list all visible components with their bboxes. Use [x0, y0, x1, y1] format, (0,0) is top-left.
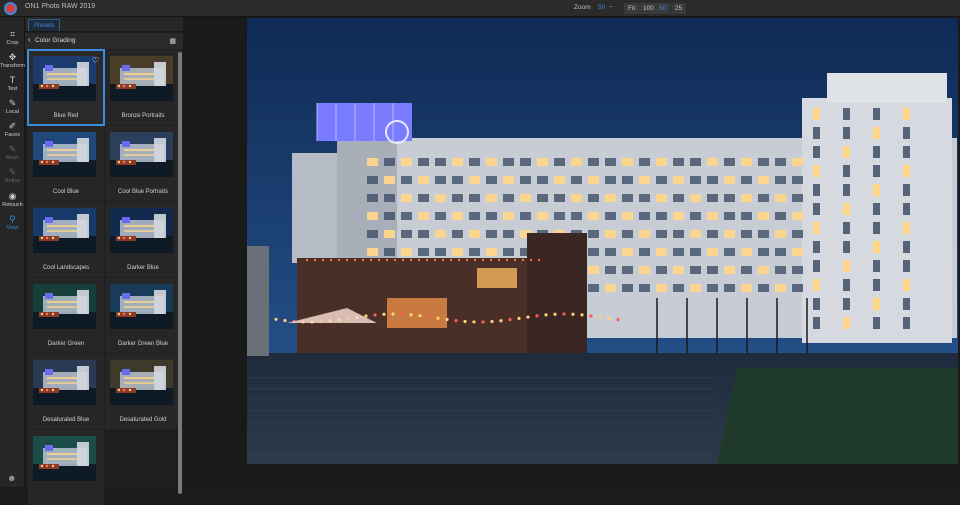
- preset-card[interactable]: Desaturated Gold: [105, 354, 181, 429]
- preset-name: Darker Green: [47, 341, 85, 347]
- preset-thumbnail: [33, 360, 96, 405]
- scrollbar-thumb[interactable]: [178, 52, 182, 494]
- preset-name: Desaturated Gold: [119, 417, 167, 423]
- preset-thumbnail: [33, 284, 96, 329]
- preset-name: Blue Red: [53, 113, 79, 119]
- preset-card[interactable]: Cool Blue Portraits: [105, 126, 181, 201]
- tool-view[interactable]: ⚲ View: [0, 214, 25, 236]
- zoom-fit-button[interactable]: Fit: [624, 3, 640, 14]
- preset-thumbnail: [110, 132, 173, 177]
- preset-thumbnail: [110, 56, 173, 101]
- preset-thumbnail: [33, 436, 96, 481]
- app-title: ON1 Photo RAW 2019: [25, 3, 96, 10]
- night-building-photo: [247, 18, 958, 464]
- preset-name: Cool Landscapes: [42, 265, 90, 271]
- panel-scrollbar[interactable]: [178, 50, 182, 494]
- zoom-value-dropdown[interactable]: 50: [598, 4, 605, 11]
- preset-card[interactable]: Bronze Portraits: [105, 50, 181, 125]
- preset-name: Desaturated Blue: [42, 417, 90, 423]
- preset-thumbnail: [110, 284, 173, 329]
- user-icon[interactable]: ☻: [7, 473, 16, 483]
- heart-icon[interactable]: ♡: [92, 56, 99, 65]
- chevron-left-icon[interactable]: ‹: [28, 35, 31, 44]
- tool-faces[interactable]: ✐ Faces: [0, 121, 25, 143]
- crop-icon: ⌗: [9, 29, 16, 39]
- brush-icon: ✎: [8, 98, 17, 108]
- preset-card[interactable]: Darker Green: [28, 278, 104, 353]
- preset-name: Cool Blue: [52, 189, 79, 195]
- text-icon: T: [9, 75, 16, 85]
- tool-refine[interactable]: ✎ Refine: [0, 167, 25, 189]
- category-header: ‹ Color Grading ▦: [25, 33, 183, 49]
- preset-thumbnail: [110, 208, 173, 253]
- app-logo-icon: [4, 2, 17, 15]
- presets-panel: Presets ‹ Color Grading ▦ Blue Red ♡ Bronz…: [25, 17, 183, 505]
- tab-presets[interactable]: Presets: [28, 19, 61, 31]
- tool-mask[interactable]: ✎ Mask: [0, 144, 25, 166]
- image-canvas: [183, 17, 960, 487]
- preset-card[interactable]: Blue Red ♡: [27, 49, 105, 126]
- preset-thumbnail: [33, 56, 96, 101]
- preset-thumbnail: [110, 360, 173, 405]
- tool-local[interactable]: ✎ Local: [0, 98, 25, 120]
- tool-text[interactable]: T Text: [0, 75, 25, 97]
- preset-card[interactable]: Darker Blue: [105, 202, 181, 277]
- zoom-25-button[interactable]: 25: [671, 3, 687, 14]
- preset-card[interactable]: Cool Blue: [28, 126, 104, 201]
- preset-card[interactable]: Darker Green Blue: [105, 278, 181, 353]
- preset-card[interactable]: Cool Landscapes: [28, 202, 104, 277]
- retouch-icon: ◉: [8, 191, 17, 201]
- preset-name: Bronze Portraits: [121, 113, 165, 119]
- move-icon: ✥: [8, 52, 17, 62]
- preset-thumbnail: [33, 132, 96, 177]
- preset-name: Darker Blue: [127, 265, 159, 271]
- tool-transform[interactable]: ✥ Transform: [0, 52, 25, 74]
- grid-view-icon[interactable]: ▦: [169, 37, 176, 45]
- zoom-out-button[interactable]: –: [609, 3, 613, 10]
- preset-name: Darker Green Blue: [117, 341, 169, 347]
- zoom-50-button[interactable]: 50: [655, 3, 671, 14]
- photo-preview[interactable]: [247, 18, 958, 464]
- preset-card[interactable]: [28, 430, 104, 505]
- panel-tab-bar: Presets: [25, 17, 183, 32]
- zoom-label: Zoom: [574, 4, 591, 11]
- preset-name: Cool Blue Portraits: [117, 189, 169, 195]
- preset-card[interactable]: Desaturated Blue: [28, 354, 104, 429]
- category-title: Color Grading: [35, 37, 76, 44]
- tool-strip: ⌗ Crop ✥ Transform T Text ✎ Local ✐ Face…: [0, 17, 25, 487]
- tool-crop[interactable]: ⌗ Crop: [0, 29, 25, 51]
- refine-brush-icon: ✎: [8, 167, 17, 177]
- title-bar: ON1 Photo RAW 2019 Zoom 50 – Fit 100 50 …: [0, 0, 960, 17]
- faces-icon: ✐: [8, 121, 17, 131]
- mask-brush-icon: ✎: [8, 144, 17, 154]
- preset-thumbnail: [33, 208, 96, 253]
- view-icon: ⚲: [9, 214, 16, 224]
- tool-retouch[interactable]: ◉ Retouch: [0, 191, 25, 213]
